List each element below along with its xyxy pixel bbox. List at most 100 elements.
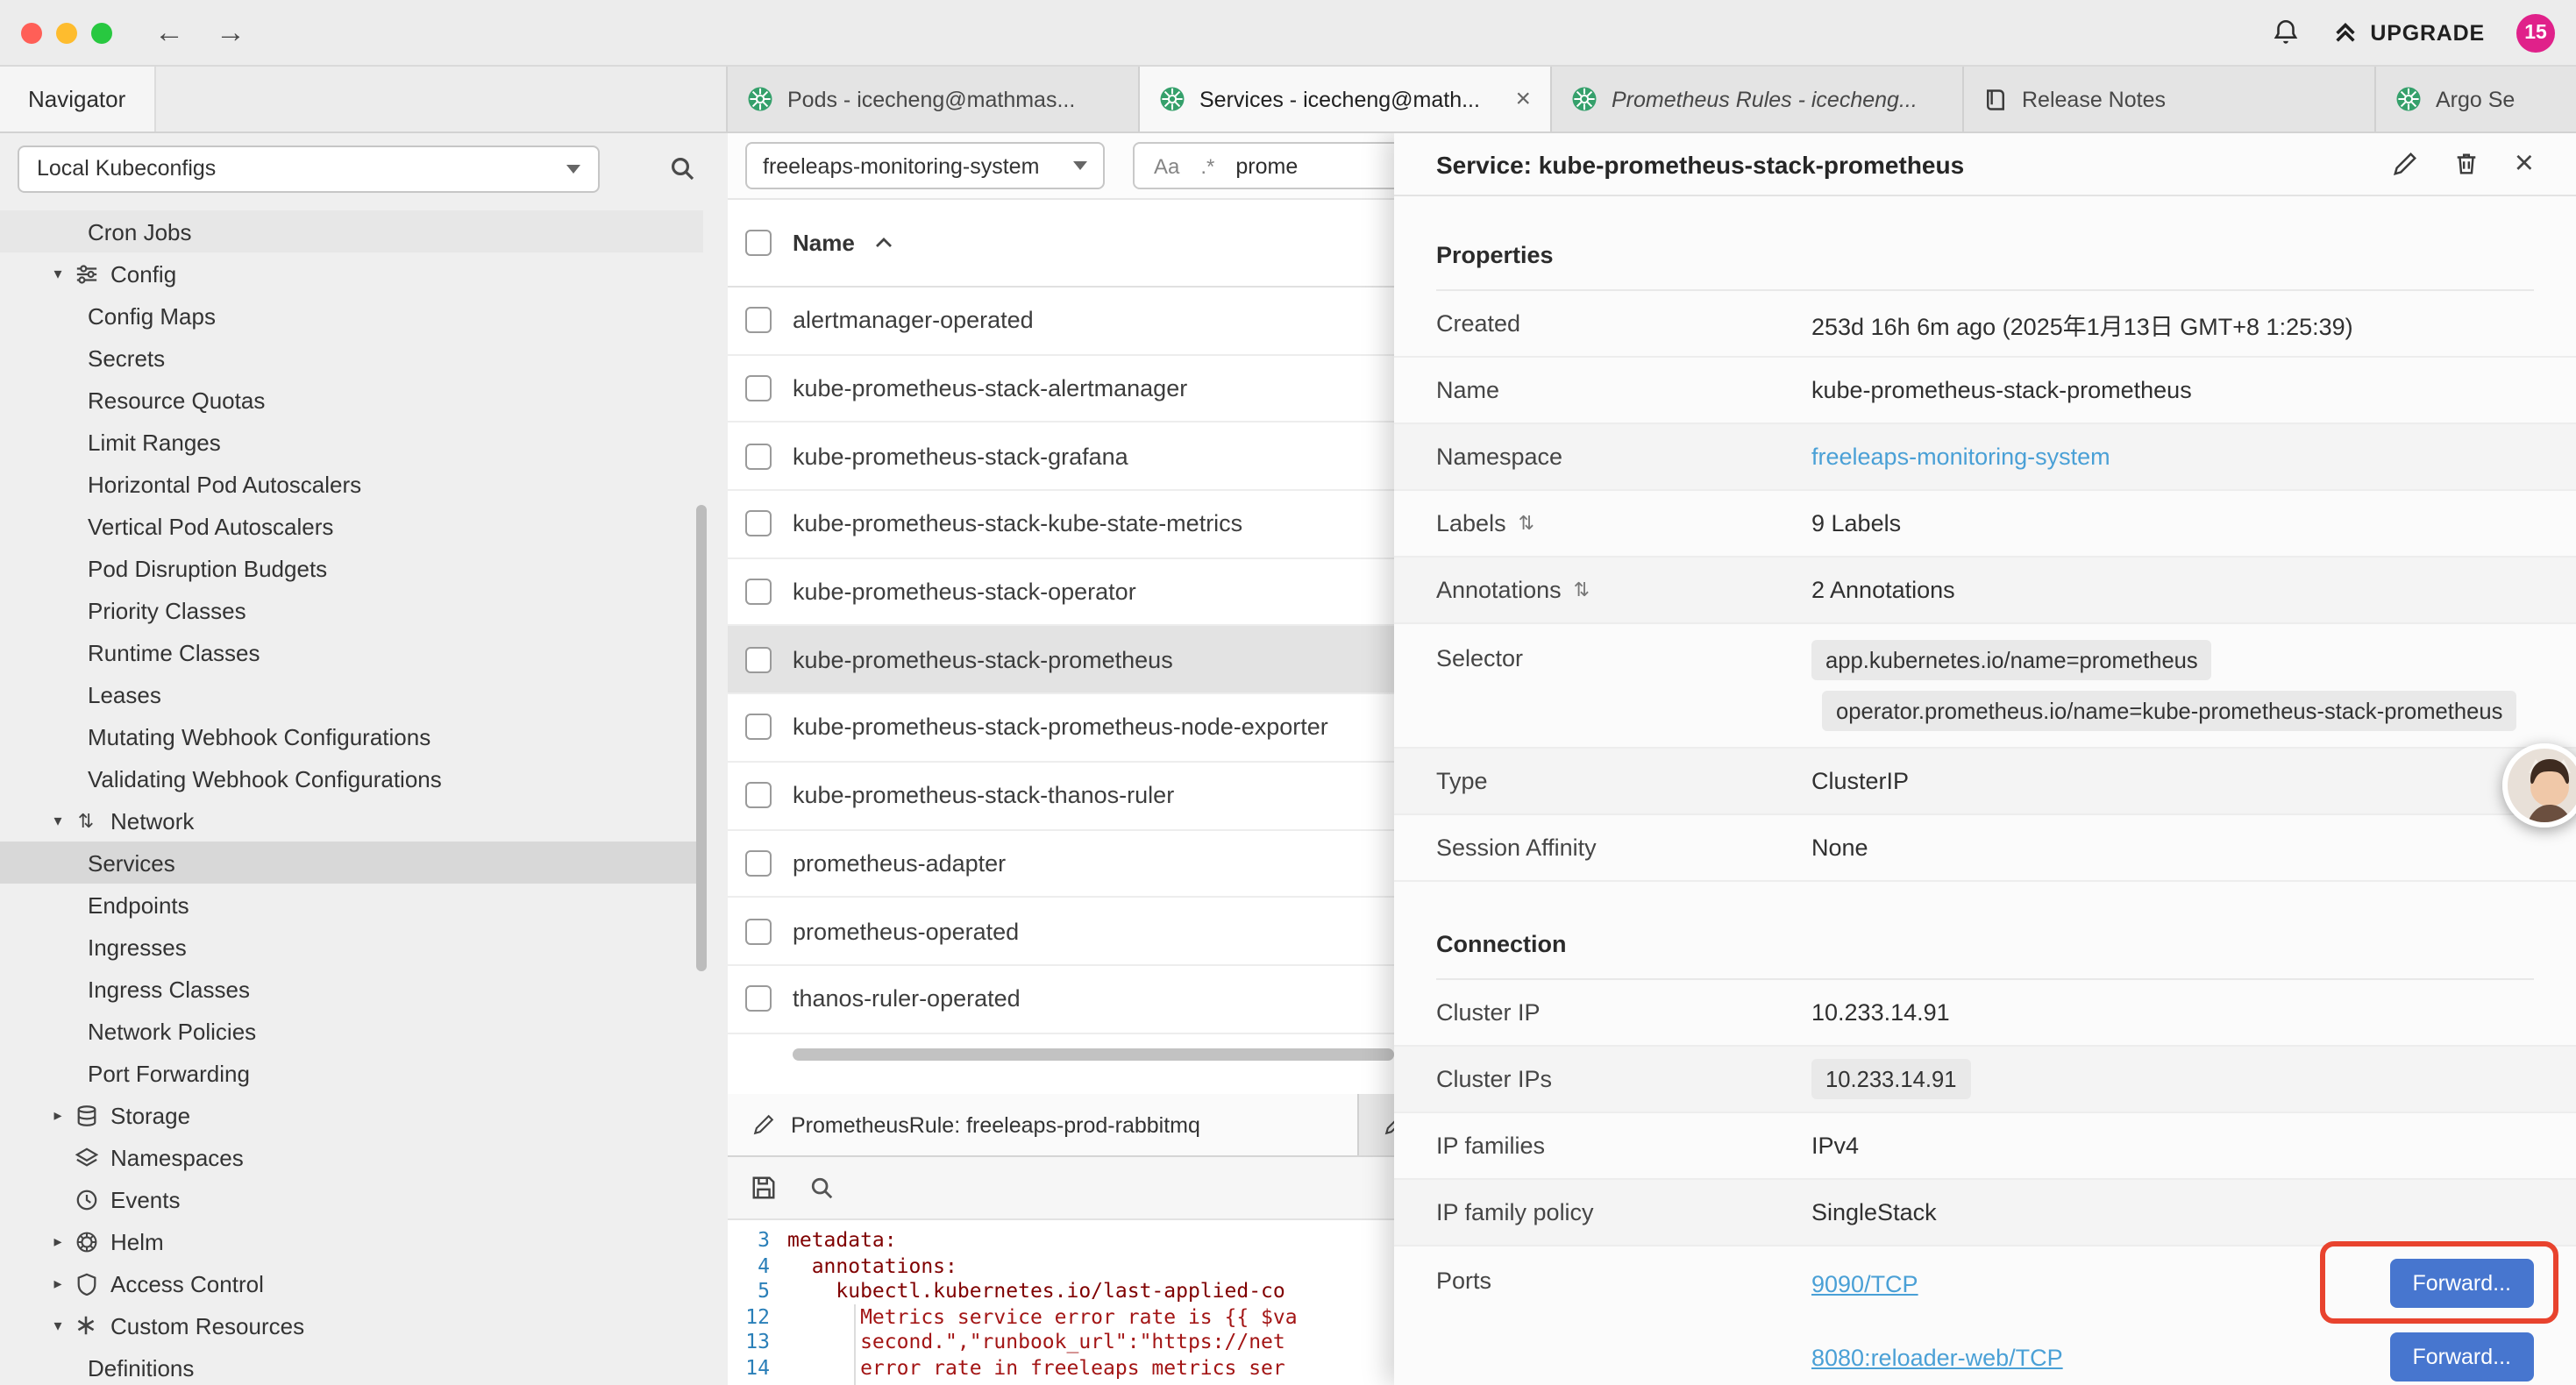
row-checkbox[interactable] xyxy=(745,714,772,741)
sidebar-toolbar: Local Kubeconfigs xyxy=(0,133,728,203)
sidebar-item-cron-jobs[interactable]: Cron Jobs xyxy=(0,210,703,252)
sidebar-item-horizontal-pod-autoscalers[interactable]: Horizontal Pod Autoscalers xyxy=(0,463,703,505)
port-link[interactable]: 9090/TCP xyxy=(1811,1270,1918,1296)
chevron-right-icon[interactable]: ▸ xyxy=(46,1274,70,1293)
sidebar-item-endpoints[interactable]: Endpoints xyxy=(0,884,703,926)
row-checkbox[interactable] xyxy=(745,850,772,877)
chevron-right-icon[interactable]: ▸ xyxy=(46,1105,70,1125)
close-window-button[interactable] xyxy=(21,22,42,43)
back-arrow-icon[interactable]: ← xyxy=(154,18,184,47)
code-line: second.","runbook_url":"https://net xyxy=(787,1329,1285,1354)
close-drawer-icon[interactable]: × xyxy=(2515,147,2534,181)
sidebar-item-ingress-classes[interactable]: Ingress Classes xyxy=(0,968,703,1010)
expand-sort-icon[interactable]: ⇅ xyxy=(1574,579,1590,601)
zoom-window-button[interactable] xyxy=(91,22,112,43)
edit-pencil-icon[interactable] xyxy=(2392,151,2418,177)
row-checkbox[interactable] xyxy=(745,375,772,401)
sidebar-item-pod-disruption-budgets[interactable]: Pod Disruption Budgets xyxy=(0,547,703,589)
sidebar-item-events[interactable]: Events xyxy=(0,1178,703,1220)
horizontal-scrollbar[interactable] xyxy=(793,1048,1394,1061)
content-area: Local Kubeconfigs Cron Jobs ▾ Config Con… xyxy=(0,133,2576,1385)
up-down-arrows-icon: ⇅ xyxy=(70,809,102,832)
tab-prometheus-rules[interactable]: Prometheus Rules - icecheng... xyxy=(1552,67,1964,131)
dock-tab-prometheusrule[interactable]: PrometheusRule: freeleaps-prod-rabbitmq xyxy=(728,1094,1359,1155)
sidebar-scrollbar[interactable] xyxy=(696,505,707,971)
match-case-toggle[interactable]: Aa xyxy=(1154,153,1179,178)
sidebar-item-ingresses[interactable]: Ingresses xyxy=(0,926,703,968)
sidebar-item-secrets[interactable]: Secrets xyxy=(0,337,703,379)
upgrade-label: UPGRADE xyxy=(2370,20,2485,45)
tab-argo[interactable]: Argo Se xyxy=(2376,67,2576,131)
navigator-tree: Cron Jobs ▾ Config Config Maps Secrets R… xyxy=(0,210,703,1385)
sidebar-item-vertical-pod-autoscalers[interactable]: Vertical Pod Autoscalers xyxy=(0,505,703,547)
tab-release-notes[interactable]: Release Notes xyxy=(1964,67,2376,131)
sidebar-item-priority-classes[interactable]: Priority Classes xyxy=(0,589,703,631)
kubeconfig-selector[interactable]: Local Kubeconfigs xyxy=(18,145,600,192)
notifications-bell-icon[interactable] xyxy=(2270,18,2300,47)
expand-sort-icon[interactable]: ⇅ xyxy=(1519,512,1534,535)
detail-row-annotations: Annotations⇅ 2 Annotations xyxy=(1394,558,2576,624)
port-link[interactable]: 8080:reloader-web/TCP xyxy=(1811,1344,2063,1370)
sidebar-item-config-maps[interactable]: Config Maps xyxy=(0,295,703,337)
row-checkbox[interactable] xyxy=(745,647,772,673)
regex-toggle[interactable]: .* xyxy=(1200,153,1214,178)
forward-button[interactable]: Forward... xyxy=(2389,1332,2534,1381)
line-number: 13 xyxy=(728,1329,787,1354)
sidebar-item-namespaces[interactable]: Namespaces xyxy=(0,1136,703,1178)
detail-row-ip-families: IP families IPv4 xyxy=(1394,1113,2576,1180)
sidebar-item-runtime-classes[interactable]: Runtime Classes xyxy=(0,631,703,673)
sidebar-item-config[interactable]: ▾ Config xyxy=(0,252,703,295)
row-checkbox[interactable] xyxy=(745,308,772,334)
search-icon[interactable] xyxy=(668,154,696,182)
sidebar-item-validating-webhook-configurations[interactable]: Validating Webhook Configurations xyxy=(0,757,703,799)
upgrade-button[interactable]: UPGRADE xyxy=(2331,19,2485,46)
code-line: annotations: xyxy=(787,1253,957,1278)
sidebar-item-port-forwarding[interactable]: Port Forwarding xyxy=(0,1052,703,1094)
database-icon xyxy=(70,1104,102,1126)
search-icon[interactable] xyxy=(808,1175,835,1201)
row-checkbox[interactable] xyxy=(745,579,772,605)
row-checkbox[interactable] xyxy=(745,511,772,537)
line-number: 12 xyxy=(728,1303,787,1329)
row-checkbox[interactable] xyxy=(745,918,772,944)
detail-row-namespace: Namespace freeleaps-monitoring-system xyxy=(1394,424,2576,491)
sidebar-item-storage[interactable]: ▸ Storage xyxy=(0,1094,703,1136)
chevron-down-icon[interactable]: ▾ xyxy=(46,264,70,283)
sidebar-item-resource-quotas[interactable]: Resource Quotas xyxy=(0,379,703,421)
navigator-header: Navigator xyxy=(0,67,728,131)
close-tab-icon[interactable]: × xyxy=(1515,86,1531,112)
namespace-selector[interactable]: freeleaps-monitoring-system xyxy=(745,142,1105,189)
sidebar-item-custom-resources[interactable]: ▾ Custom Resources xyxy=(0,1304,703,1346)
sidebar-item-definitions[interactable]: Definitions xyxy=(0,1346,703,1385)
tab-pods[interactable]: Pods - icecheng@mathmas... xyxy=(728,67,1140,131)
tab-services[interactable]: Services - icecheng@math... × xyxy=(1140,67,1552,131)
row-checkbox[interactable] xyxy=(745,443,772,469)
section-title-properties: Properties xyxy=(1436,221,2534,291)
service-detail-drawer: Service: kube-prometheus-stack-prometheu… xyxy=(1394,133,2576,1385)
select-all-checkbox[interactable] xyxy=(745,230,772,256)
sidebar-item-access-control[interactable]: ▸ Access Control xyxy=(0,1262,703,1304)
sidebar-item-leases[interactable]: Leases xyxy=(0,673,703,715)
sidebar-item-services[interactable]: Services xyxy=(0,842,703,884)
save-icon[interactable] xyxy=(751,1175,777,1201)
notification-count-badge[interactable]: 15 xyxy=(2516,13,2555,52)
forward-arrow-icon[interactable]: → xyxy=(216,18,246,47)
minimize-window-button[interactable] xyxy=(56,22,77,43)
trash-icon[interactable] xyxy=(2453,151,2480,177)
namespace-link[interactable]: freeleaps-monitoring-system xyxy=(1811,444,2110,470)
forward-button[interactable]: Forward... xyxy=(2389,1259,2534,1308)
row-checkbox[interactable] xyxy=(745,985,772,1012)
column-header-name[interactable]: Name xyxy=(793,230,855,256)
code-line: error rate in freeleaps metrics ser xyxy=(787,1354,1285,1380)
chevron-down-icon[interactable]: ▾ xyxy=(46,1316,70,1335)
sidebar-item-network[interactable]: ▾ ⇅ Network xyxy=(0,799,703,842)
row-checkbox[interactable] xyxy=(745,782,772,808)
sort-ascending-icon[interactable] xyxy=(876,237,893,249)
chevron-down-icon[interactable]: ▾ xyxy=(46,811,70,830)
sidebar-item-network-policies[interactable]: Network Policies xyxy=(0,1010,703,1052)
sidebar-item-mutating-webhook-configurations[interactable]: Mutating Webhook Configurations xyxy=(0,715,703,757)
sidebar-item-limit-ranges[interactable]: Limit Ranges xyxy=(0,421,703,463)
helm-wheel-icon xyxy=(70,1230,102,1253)
sidebar-item-helm[interactable]: ▸ Helm xyxy=(0,1220,703,1262)
chevron-right-icon[interactable]: ▸ xyxy=(46,1232,70,1251)
